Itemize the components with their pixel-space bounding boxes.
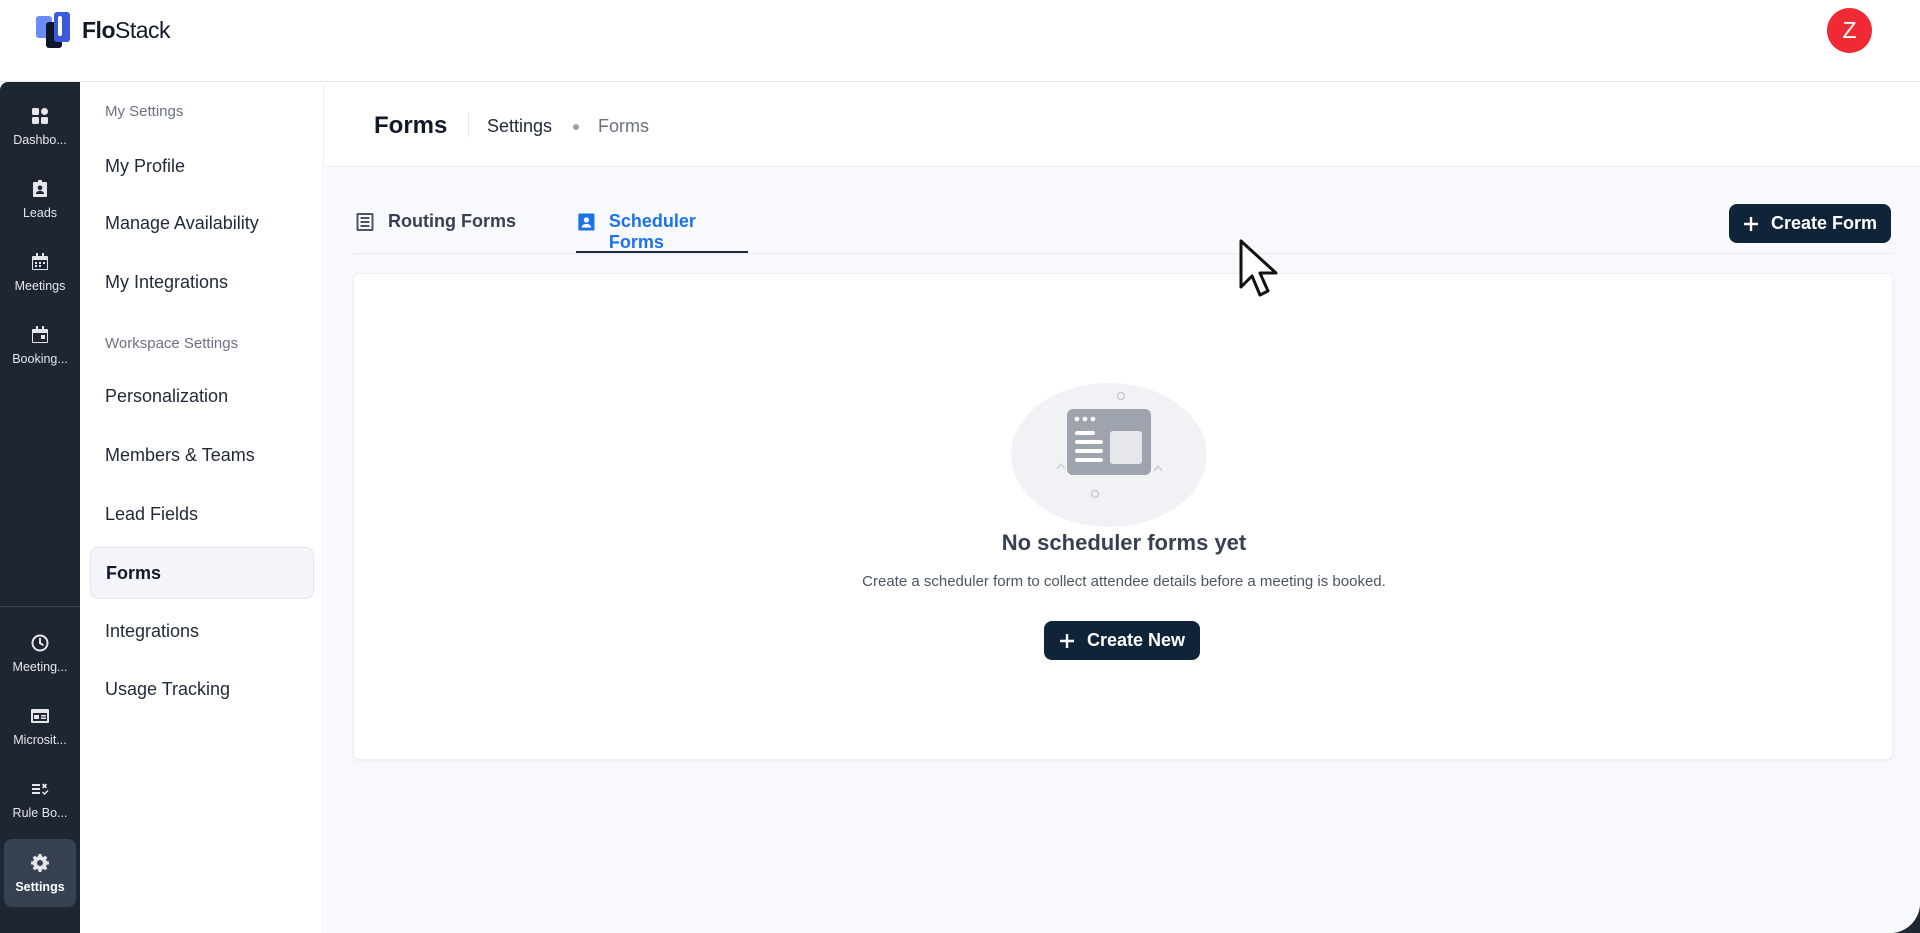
settings-sidebar: My Settings My Profile Manage Availabili… xyxy=(80,83,324,933)
sidebar-item-forms[interactable]: Forms xyxy=(90,547,314,599)
page-title: Forms xyxy=(374,112,448,139)
sidebar-item-usage-tracking[interactable]: Usage Tracking xyxy=(90,663,314,715)
nav-rail: Dashbo... Leads Meetings Booking... Meet… xyxy=(0,82,80,933)
logo-text: FloStack xyxy=(82,16,171,43)
rail-item-meeting-types[interactable]: Meeting... xyxy=(4,619,76,687)
sidebar-item-my-profile[interactable]: My Profile xyxy=(90,140,314,192)
tab-label: Scheduler Forms xyxy=(608,211,696,252)
rail-item-bookings[interactable]: Booking... xyxy=(4,311,76,379)
rail-item-meetings[interactable]: Meetings xyxy=(4,238,76,306)
rail-item-label: Leads xyxy=(22,205,58,220)
plus-icon xyxy=(1059,633,1074,648)
tab-routing-forms[interactable]: Routing Forms xyxy=(354,211,516,254)
sidebar-item-integrations[interactable]: Integrations xyxy=(90,605,314,657)
plus-icon xyxy=(1743,216,1758,231)
rule-list-icon xyxy=(32,783,49,795)
tab-label: Routing Forms xyxy=(388,211,516,231)
mouse-cursor-icon xyxy=(1239,239,1278,297)
calendar-event-icon xyxy=(32,325,48,343)
sidebar-item-members-teams[interactable]: Members & Teams xyxy=(90,429,314,481)
rail-item-settings[interactable]: Settings xyxy=(4,839,76,907)
rail-item-label: Settings xyxy=(15,879,65,894)
logo-mark-icon xyxy=(36,10,74,50)
empty-state-title: No scheduler forms yet xyxy=(1001,530,1247,555)
breadcrumb-separator xyxy=(573,124,579,130)
rail-item-label: Meeting... xyxy=(12,659,68,674)
main-content: Forms Settings Forms Routing Forms Sched… xyxy=(325,83,1920,933)
rail-item-rule-book[interactable]: Rule Bo... xyxy=(4,765,76,833)
rail-item-label: Dashbo... xyxy=(13,132,67,147)
avatar[interactable]: Z xyxy=(1827,8,1872,53)
rail-item-dashboard[interactable]: Dashbo... xyxy=(4,92,76,160)
empty-state-subtitle: Create a scheduler form to collect atten… xyxy=(862,573,1386,590)
forms-panel: No scheduler forms yet Create a schedule… xyxy=(353,273,1893,760)
rail-item-label: Meetings xyxy=(14,278,66,293)
list-form-icon xyxy=(356,213,374,231)
sidebar-item-my-integrations[interactable]: My Integrations xyxy=(90,256,314,308)
sidebar-item-personalization[interactable]: Personalization xyxy=(90,370,314,422)
page-header: Forms Settings Forms xyxy=(325,83,1920,167)
browser-window-illustration xyxy=(1011,383,1207,527)
breadcrumb-forms: Forms xyxy=(598,116,649,136)
rail-divider xyxy=(0,606,80,607)
header-divider xyxy=(468,113,469,137)
create-new-label: Create New xyxy=(1086,630,1186,650)
clock-icon xyxy=(31,634,49,651)
section-heading-workspace-settings: Workspace Settings xyxy=(105,335,239,352)
section-heading-my-settings: My Settings xyxy=(105,103,184,120)
create-new-button[interactable]: Create New xyxy=(1044,621,1200,660)
top-bar: FloStack Z xyxy=(0,0,1920,82)
sidebar-item-manage-availability[interactable]: Manage Availability xyxy=(90,197,314,249)
rail-item-label: Rule Bo... xyxy=(12,805,68,820)
rail-item-label: Booking... xyxy=(12,351,68,366)
sidebar-item-lead-fields[interactable]: Lead Fields xyxy=(90,488,314,540)
create-form-button[interactable]: Create Form xyxy=(1729,204,1891,243)
breadcrumb-settings[interactable]: Settings xyxy=(487,116,552,137)
dashboard-icon xyxy=(32,107,48,124)
tabs-underline xyxy=(353,253,1893,254)
web-page-icon xyxy=(31,708,49,723)
gear-icon xyxy=(31,853,49,872)
rail-item-label: Microsit... xyxy=(13,732,67,747)
contact-badge-icon xyxy=(33,179,47,197)
create-form-label: Create Form xyxy=(1770,213,1878,233)
contact-form-icon xyxy=(578,213,595,231)
tab-scheduler-forms[interactable]: Scheduler Forms xyxy=(576,211,748,254)
app-window: FloStack Z Dashbo... Leads Meetings Book… xyxy=(0,0,1920,933)
rail-item-microsites[interactable]: Microsit... xyxy=(4,692,76,760)
rail-item-leads[interactable]: Leads xyxy=(4,165,76,233)
logo[interactable]: FloStack xyxy=(36,10,171,50)
calendar-icon xyxy=(32,252,48,270)
